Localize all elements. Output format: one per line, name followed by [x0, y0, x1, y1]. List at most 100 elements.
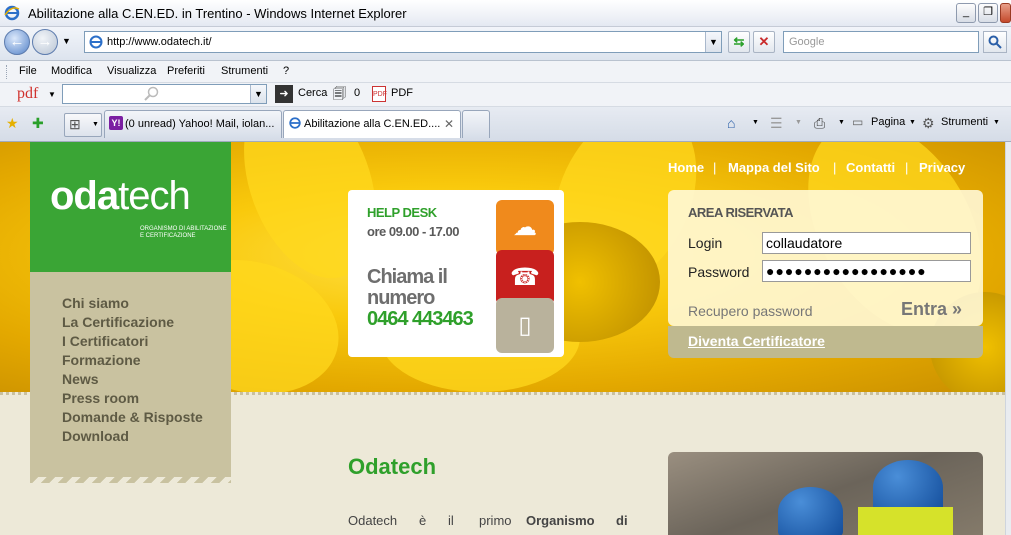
pagina-dropdown-icon[interactable]: ▼: [909, 119, 916, 126]
topnav-mappa[interactable]: Mappa del Sito: [728, 160, 820, 175]
menu-file[interactable]: File: [19, 65, 37, 77]
pagina-menu[interactable]: Pagina: [871, 116, 905, 128]
topnav-separator: |: [833, 160, 837, 175]
recupero-password-link[interactable]: Recupero password: [688, 303, 813, 319]
add-favorite-icon[interactable]: ✚: [32, 115, 44, 132]
site-logo[interactable]: odatech ORGANISMO DI ABILITAZIONE E CERT…: [30, 142, 231, 272]
home-dropdown-icon[interactable]: ▼: [752, 119, 759, 126]
window-title: Abilitazione alla C.EN.ED. in Trentino -…: [28, 6, 407, 21]
search-input[interactable]: Google: [783, 31, 979, 53]
vertical-scrollbar[interactable]: [1005, 142, 1011, 535]
content-heading: Odatech: [348, 454, 437, 479]
address-toolbar: ← → ▼ http://www.odatech.it/ ▼ ⇆ ✕ Googl…: [0, 27, 1011, 61]
nav-news[interactable]: News: [62, 371, 99, 387]
tab-close-icon[interactable]: ✕: [444, 111, 454, 137]
nav-chi-siamo[interactable]: Chi siamo: [62, 295, 129, 311]
tab-abilitazione[interactable]: Abilitazione alla C.EN.ED.... ✕: [283, 110, 461, 138]
nav-domande-risposte[interactable]: Domande & Risposte: [62, 409, 203, 425]
home-icon[interactable]: ⌂: [727, 115, 735, 131]
entra-button[interactable]: Entra »: [901, 299, 962, 320]
login-box: AREA RISERVATA Login Password Recupero p…: [668, 190, 983, 326]
login-label: Login: [688, 235, 723, 251]
restore-button[interactable]: ❐: [978, 3, 998, 23]
topnav-privacy[interactable]: Privacy: [919, 160, 965, 175]
mobile-phone-icon: ▯: [496, 298, 554, 353]
refresh-button[interactable]: ⇆: [728, 31, 750, 53]
pdf-label[interactable]: PDF: [391, 87, 413, 99]
login-input[interactable]: [762, 232, 971, 254]
diventa-certificatore-link[interactable]: Diventa Certificatore: [688, 333, 825, 349]
ie-icon: [289, 117, 301, 129]
pdf-toolbar: pdf ▼ ▼ ➜ Cerca 🗐 0 PDF PDF: [0, 83, 1011, 107]
topnav-separator: |: [713, 160, 717, 175]
document-icon[interactable]: 🗐: [333, 85, 346, 107]
helpdesk-phone-number: 0464 443463: [367, 308, 474, 330]
helpdesk-call-text: Chiama il numero: [367, 266, 448, 309]
address-field[interactable]: http://www.odatech.it/ ▼: [84, 31, 722, 53]
history-dropdown-icon[interactable]: ▼: [62, 36, 71, 46]
minimize-button[interactable]: _: [956, 3, 976, 23]
ie-icon: [4, 5, 20, 21]
fax-icon: ☎: [496, 250, 554, 305]
topnav-contatti[interactable]: Contatti: [846, 160, 895, 175]
nav-la-certificazione[interactable]: La Certificazione: [62, 314, 174, 330]
nav-formazione[interactable]: Formazione: [62, 352, 141, 368]
pdf-file-icon[interactable]: PDF: [372, 86, 387, 102]
feeds-dropdown-icon[interactable]: ▼: [795, 119, 802, 126]
pdf-logo[interactable]: pdf: [17, 85, 38, 103]
pdf-combo-dropdown-icon[interactable]: ▼: [250, 85, 266, 103]
go-arrow-icon[interactable]: ➜: [275, 85, 293, 103]
menu-help[interactable]: ?: [283, 65, 289, 77]
nav-i-certificatori[interactable]: I Certificatori: [62, 333, 148, 349]
pdf-search-combo[interactable]: ▼: [62, 84, 267, 104]
menu-visualizza[interactable]: Visualizza: [107, 65, 156, 77]
intro-word: primo: [479, 513, 512, 528]
menu-bar: File Modifica Visualizza Preferiti Strum…: [0, 61, 1011, 83]
nav-press-room[interactable]: Press room: [62, 390, 139, 406]
menu-strumenti[interactable]: Strumenti: [221, 65, 268, 77]
forward-button[interactable]: →: [32, 29, 58, 55]
print-dropdown-icon[interactable]: ▼: [838, 119, 845, 126]
tab-label: (0 unread) Yahoo! Mail, iolan...: [125, 118, 275, 130]
login-box-title: AREA RISERVATA: [688, 205, 793, 220]
stop-button[interactable]: ✕: [753, 31, 775, 53]
close-button[interactable]: [1000, 3, 1011, 23]
count-label: 0: [354, 87, 361, 99]
gear-icon[interactable]: ⚙: [922, 115, 935, 132]
side-nav: Chi siamo La Certificazione I Certificat…: [30, 272, 231, 483]
page-menu-icon[interactable]: ▭: [852, 115, 863, 129]
logo-wordmark: odatech: [50, 174, 191, 218]
back-button[interactable]: ←: [4, 29, 30, 55]
menu-modifica[interactable]: Modifica: [51, 65, 92, 77]
topnav-separator: |: [905, 160, 909, 175]
window-titlebar: Abilitazione alla C.EN.ED. in Trentino -…: [0, 0, 1011, 27]
web-page: odatech ORGANISMO DI ABILITAZIONE E CERT…: [0, 142, 1005, 535]
feeds-icon[interactable]: ☰: [770, 115, 783, 132]
favorites-star-icon[interactable]: ★: [6, 115, 19, 132]
quick-tabs-icon: ⊞: [69, 116, 81, 132]
safety-vest-shape: [858, 507, 953, 535]
nav-download[interactable]: Download: [62, 428, 129, 444]
helpdesk-box: HELP DESK ore 09.00 - 17.00 Chiama il nu…: [348, 190, 564, 357]
toolbar-grip[interactable]: [6, 65, 9, 79]
password-input[interactable]: [762, 260, 971, 282]
print-icon[interactable]: ⎙: [814, 115, 825, 132]
topnav-home[interactable]: Home: [668, 160, 704, 175]
strumenti-dropdown-icon[interactable]: ▼: [993, 119, 1000, 126]
tab-yahoo-mail[interactable]: Y! (0 unread) Yahoo! Mail, iolan...: [104, 110, 282, 138]
helpdesk-title: HELP DESK: [367, 205, 437, 220]
workers-photo: [668, 452, 983, 535]
tab-list-dropdown-icon[interactable]: ▼: [92, 121, 99, 128]
intro-word: il: [448, 513, 454, 528]
address-dropdown-icon[interactable]: ▼: [705, 32, 721, 52]
search-icon[interactable]: [983, 31, 1007, 53]
menu-preferiti[interactable]: Preferiti: [167, 65, 205, 77]
quick-tabs-button[interactable]: ⊞ ▼: [64, 113, 102, 137]
pdf-dropdown-icon[interactable]: ▼: [48, 90, 56, 99]
strumenti-menu[interactable]: Strumenti: [941, 116, 988, 128]
logo-tagline: ORGANISMO DI ABILITAZIONE E CERTIFICAZIO…: [140, 226, 227, 239]
new-tab-button[interactable]: [462, 110, 490, 138]
helpdesk-hours: ore 09.00 - 17.00: [367, 224, 459, 239]
cerca-label[interactable]: Cerca: [298, 87, 327, 99]
intro-word: Organismo: [526, 513, 595, 528]
